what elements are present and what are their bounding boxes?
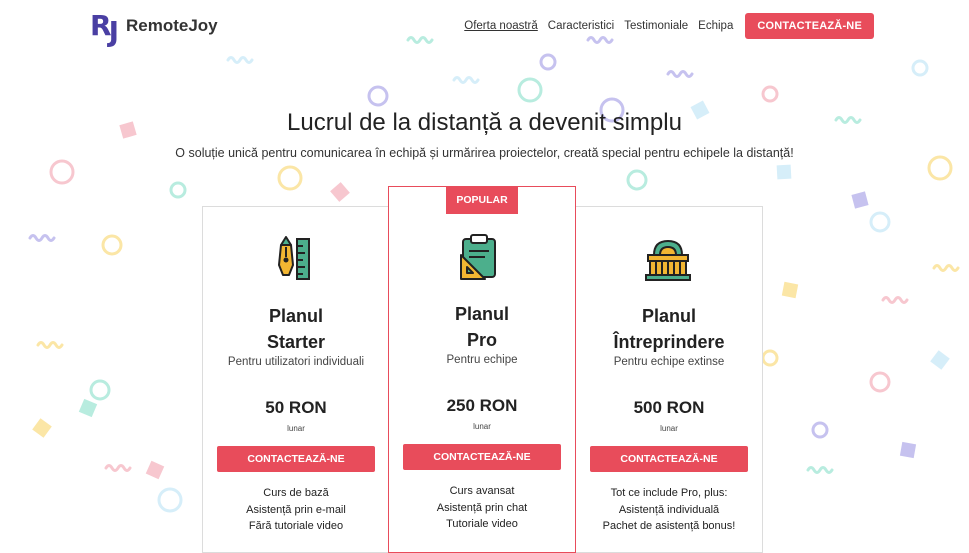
confetti-shape [36, 341, 64, 349]
feature-item: Asistență prin e-mail [246, 503, 346, 516]
feature-item: Curs de bază [263, 487, 329, 499]
feature-item: Tot ce include Pro, plus: [610, 487, 728, 499]
plan-audience: Pentru echipe [446, 354, 518, 366]
plan-features: Curs de bază Asistență prin e-mail Fără … [203, 485, 389, 535]
building-icon [645, 240, 691, 281]
confetti-shape [626, 169, 648, 191]
confetti-shape [49, 159, 75, 185]
brand-name: RemoteJoy [125, 16, 218, 35]
confetti-shape [781, 281, 799, 299]
confetti-shape [911, 59, 929, 77]
confetti-shape [881, 296, 909, 304]
feature-item: Pachet de asistență bonus! [602, 520, 736, 532]
confetti-shape [226, 56, 254, 64]
confetti-shape [101, 234, 123, 256]
plan-audience: Pentru echipe extinse [613, 356, 725, 368]
nav-contact-button[interactable]: CONTACTEAZĂ-NE [745, 13, 874, 39]
pricing-card-pro: POPULAR Planul Pro Pentru echipe 250 RON … [388, 186, 576, 553]
brand-logo[interactable]: RJ RemoteJoy [90, 6, 218, 48]
feature-item: Asistență individuală [618, 503, 720, 516]
feature-item: Fără tutoriale video [248, 520, 344, 532]
plan-name: Planul Întreprindere [613, 306, 725, 352]
nav-link-offer[interactable]: Oferta noastră [464, 20, 538, 32]
confetti-shape [104, 464, 132, 472]
confetti-shape [277, 165, 303, 191]
confetti-shape [930, 350, 950, 370]
confetti-shape [851, 191, 869, 209]
popular-badge: POPULAR [446, 187, 518, 214]
nav-link-team[interactable]: Echipa [698, 20, 733, 32]
pricing-card-starter: Planul Starter Pentru utilizatori individ… [202, 206, 390, 553]
plan-period: lunar [473, 422, 491, 431]
confetti-shape [761, 85, 779, 103]
confetti-shape [806, 466, 834, 474]
main-nav: Oferta noastră Caracteristici Testimonia… [454, 13, 874, 39]
pricing-card-enterprise: Planul Întreprindere Pentru echipe extins… [575, 206, 763, 553]
confetti-shape [517, 77, 543, 103]
plan-contact-button[interactable]: CONTACTEAZĂ-NE [590, 446, 748, 472]
brand-mark: RJ [90, 9, 119, 48]
confetti-shape [157, 487, 183, 513]
plan-price: 250 RON [446, 396, 518, 415]
confetti-shape [367, 85, 389, 107]
plan-period: lunar [660, 424, 678, 433]
plan-features: Tot ce include Pro, plus: Asistență indi… [576, 485, 762, 535]
confetti-shape [761, 349, 779, 367]
plan-period: lunar [287, 424, 305, 433]
feature-item: Asistență prin chat [436, 501, 528, 514]
confetti-shape [28, 234, 56, 242]
site-header: RJ RemoteJoy Oferta noastră Caracteristi… [0, 0, 969, 50]
confetti-shape [539, 53, 557, 71]
confetti-shape [899, 441, 917, 459]
pen-ruler-icon [278, 236, 310, 280]
confetti-shape [330, 182, 350, 202]
plan-features: Curs avansat Asistență prin chat Tutoria… [389, 483, 575, 533]
nav-link-features[interactable]: Caracteristici [548, 20, 614, 32]
confetti-shape [869, 211, 891, 233]
feature-item: Curs avansat [449, 485, 515, 497]
confetti-shape [32, 418, 52, 438]
hero: Lucrul de la distanță a devenit simplu O… [0, 109, 969, 160]
confetti-shape [932, 264, 960, 272]
hero-title: Lucrul de la distanță a devenit simplu [287, 109, 682, 136]
plan-price: 500 RON [633, 398, 705, 417]
plan-name: Planul Pro [454, 304, 509, 350]
hero-subtitle: O soluție unică pentru comunicarea în ec… [175, 146, 794, 160]
plan-audience: Pentru utilizatori individuali [227, 356, 365, 368]
confetti-shape [452, 76, 480, 84]
plan-price: 50 RON [265, 398, 327, 417]
confetti-shape [811, 421, 829, 439]
plan-name: Planul Starter [266, 306, 326, 352]
plan-contact-button[interactable]: CONTACTEAZĂ-NE [403, 444, 561, 470]
feature-item: Tutoriale video [446, 518, 518, 530]
confetti-shape [776, 164, 792, 180]
plan-contact-button[interactable]: CONTACTEAZĂ-NE [217, 446, 375, 472]
clipboard-ruler-icon [460, 234, 496, 280]
confetti-shape [169, 181, 187, 199]
confetti-shape [869, 371, 891, 393]
confetti-shape [89, 379, 111, 401]
nav-link-testimonials[interactable]: Testimoniale [624, 20, 688, 32]
confetti-shape [666, 70, 694, 78]
confetti-shape [145, 460, 165, 480]
confetti-shape [78, 398, 98, 418]
confetti-shape [927, 155, 953, 181]
